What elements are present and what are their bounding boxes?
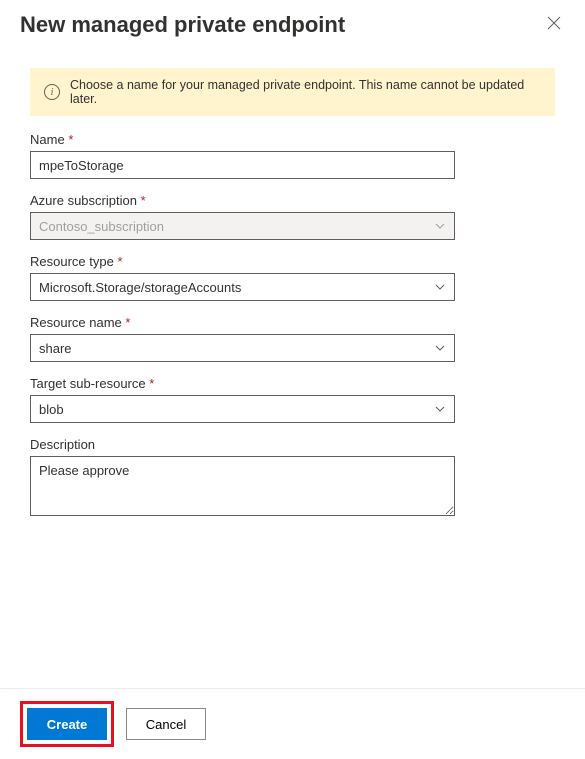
resource-name-value: share [39, 341, 72, 356]
resource-name-label: Resource name * [30, 315, 555, 330]
chevron-down-icon [434, 220, 446, 232]
resource-type-value: Microsoft.Storage/storageAccounts [39, 280, 241, 295]
chevron-down-icon [434, 403, 446, 415]
field-target-sub-resource: Target sub-resource * blob [30, 376, 555, 423]
footer: Create Cancel [0, 688, 585, 759]
target-sub-resource-label: Target sub-resource * [30, 376, 555, 391]
subscription-value: Contoso_subscription [39, 219, 164, 234]
required-indicator: * [125, 315, 130, 330]
highlight-annotation: Create [20, 701, 114, 747]
required-indicator: * [68, 132, 73, 147]
chevron-down-icon [434, 281, 446, 293]
close-icon[interactable] [543, 12, 565, 38]
required-indicator: * [149, 376, 154, 391]
info-icon: i [44, 84, 60, 100]
info-message-bar: i Choose a name for your managed private… [30, 68, 555, 116]
resource-name-select[interactable]: share [30, 334, 455, 362]
panel-header: New managed private endpoint [20, 12, 565, 38]
info-text: Choose a name for your managed private e… [70, 78, 541, 106]
create-button[interactable]: Create [27, 708, 107, 740]
description-label: Description [30, 437, 555, 452]
field-resource-type: Resource type * Microsoft.Storage/storag… [30, 254, 555, 301]
chevron-down-icon [434, 342, 446, 354]
page-title: New managed private endpoint [20, 12, 345, 38]
field-name: Name * [30, 132, 555, 179]
description-textarea[interactable] [30, 456, 455, 516]
field-subscription: Azure subscription * Contoso_subscriptio… [30, 193, 555, 240]
resource-type-label: Resource type * [30, 254, 555, 269]
target-sub-resource-select[interactable]: blob [30, 395, 455, 423]
target-sub-resource-value: blob [39, 402, 64, 417]
required-indicator: * [117, 254, 122, 269]
subscription-select[interactable]: Contoso_subscription [30, 212, 455, 240]
required-indicator: * [141, 193, 146, 208]
name-label: Name * [30, 132, 555, 147]
cancel-button[interactable]: Cancel [126, 708, 206, 740]
name-input[interactable] [30, 151, 455, 179]
subscription-label: Azure subscription * [30, 193, 555, 208]
field-resource-name: Resource name * share [30, 315, 555, 362]
field-description: Description [30, 437, 555, 519]
resource-type-select[interactable]: Microsoft.Storage/storageAccounts [30, 273, 455, 301]
form: Name * Azure subscription * Contoso_subs… [20, 132, 565, 519]
